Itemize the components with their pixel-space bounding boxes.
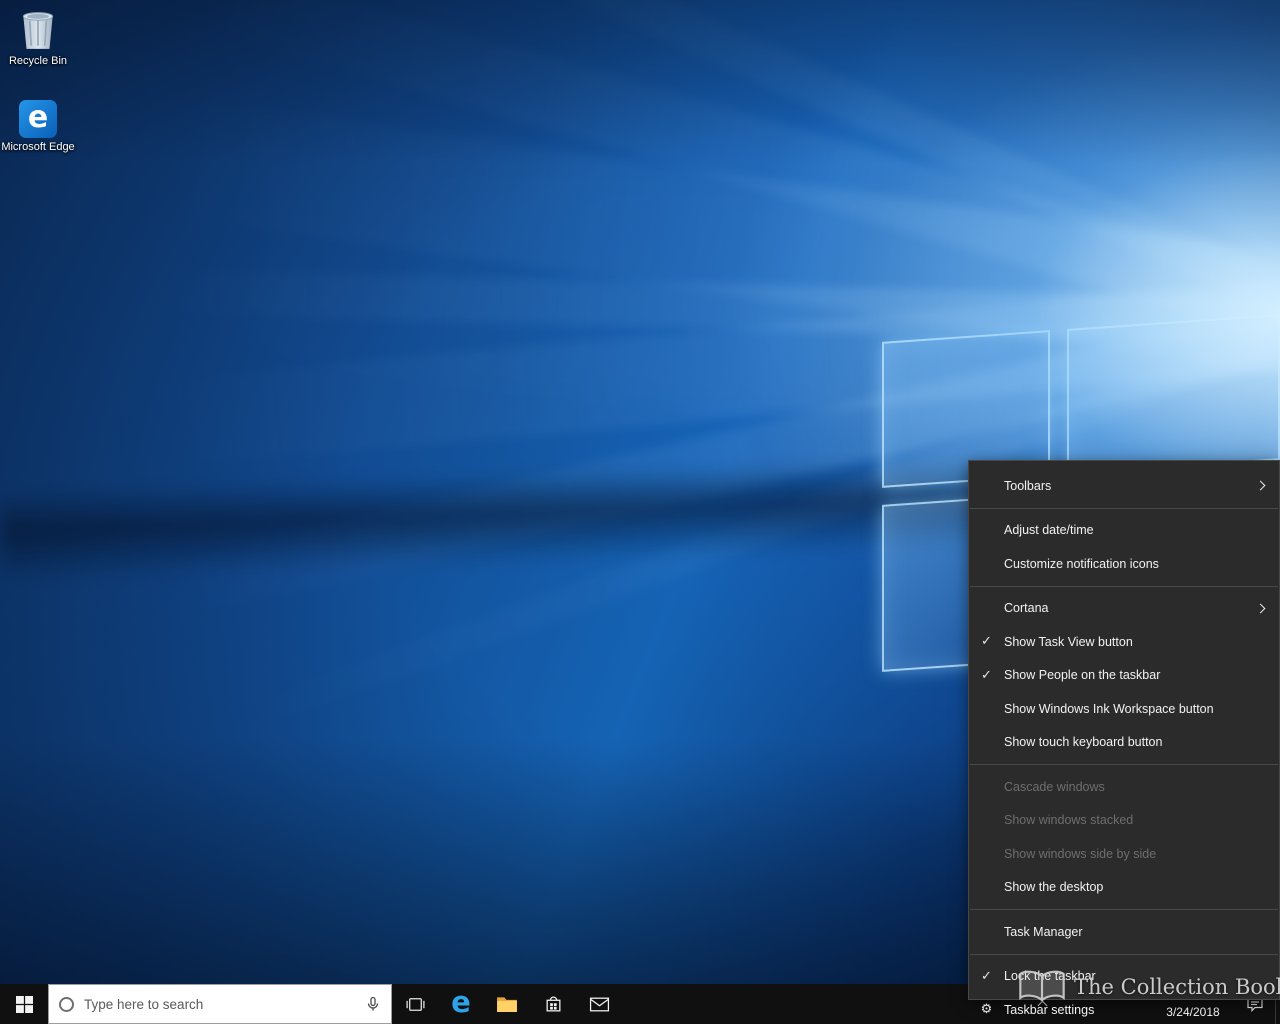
menu-item-label: Show touch keyboard button bbox=[1004, 735, 1279, 749]
menu-item-label: Cortana bbox=[1004, 601, 1279, 615]
desktop-icon-label: Recycle Bin bbox=[9, 55, 67, 68]
menu-item-label: Lock the taskbar bbox=[1004, 969, 1279, 983]
recycle-bin-icon bbox=[17, 6, 59, 52]
gear-icon: ⚙ bbox=[969, 1002, 1004, 1017]
menu-item-show-touch-keyboard-button[interactable]: Show touch keyboard button bbox=[969, 726, 1279, 760]
taskbar-mail-button[interactable] bbox=[576, 984, 622, 1024]
menu-separator bbox=[970, 764, 1278, 765]
task-view-icon bbox=[405, 994, 426, 1015]
search-box[interactable] bbox=[48, 984, 392, 1024]
store-icon bbox=[544, 995, 563, 1014]
menu-item-task-manager[interactable]: Task Manager bbox=[969, 915, 1279, 949]
menu-item-label: Show windows side by side bbox=[1004, 847, 1279, 861]
menu-item-label: Customize notification icons bbox=[1004, 557, 1279, 571]
menu-item-label: Show Task View button bbox=[1004, 635, 1279, 649]
menu-separator bbox=[970, 586, 1278, 587]
file-explorer-icon bbox=[496, 995, 518, 1013]
edge-icon: e bbox=[451, 988, 471, 1021]
menu-item-label: Cascade windows bbox=[1004, 780, 1279, 794]
menu-item-adjust-date-time[interactable]: Adjust date/time bbox=[969, 514, 1279, 548]
menu-item-customize-notification-icons[interactable]: Customize notification icons bbox=[969, 547, 1279, 581]
taskbar-file-explorer-button[interactable] bbox=[484, 984, 530, 1024]
edge-icon: e bbox=[19, 100, 57, 138]
menu-item-show-people-on-the-taskbar[interactable]: ✓Show People on the taskbar bbox=[969, 659, 1279, 693]
window-pane bbox=[1067, 314, 1280, 475]
menu-item-label: Show the desktop bbox=[1004, 880, 1279, 894]
menu-item-show-task-view-button[interactable]: ✓Show Task View button bbox=[969, 625, 1279, 659]
menu-item-label: Toolbars bbox=[1004, 479, 1279, 493]
menu-separator bbox=[970, 954, 1278, 955]
desktop-icon-microsoft-edge[interactable]: e Microsoft Edge bbox=[0, 100, 76, 154]
desktop-icon-label: Microsoft Edge bbox=[1, 141, 74, 154]
menu-item-label: Task Manager bbox=[1004, 925, 1279, 939]
menu-item-label: Taskbar settings bbox=[1004, 1003, 1279, 1017]
menu-item-label: Show windows stacked bbox=[1004, 813, 1279, 827]
menu-item-label: Adjust date/time bbox=[1004, 523, 1279, 537]
menu-item-taskbar-settings[interactable]: ⚙Taskbar settings bbox=[969, 993, 1279, 1024]
desktop: Recycle Bin e Microsoft Edge Toolbars Adj… bbox=[0, 0, 1280, 1024]
taskbar-store-button[interactable] bbox=[530, 984, 576, 1024]
menu-item-show-the-desktop[interactable]: Show the desktop bbox=[969, 871, 1279, 905]
desktop-icon-recycle-bin[interactable]: Recycle Bin bbox=[0, 6, 76, 68]
taskbar-edge-button[interactable]: e bbox=[438, 984, 484, 1024]
windows-logo-icon bbox=[16, 996, 33, 1013]
microphone-icon[interactable] bbox=[365, 996, 381, 1012]
checkmark-icon: ✓ bbox=[969, 634, 1004, 649]
checkmark-icon: ✓ bbox=[969, 969, 1004, 984]
search-input[interactable] bbox=[84, 997, 355, 1012]
menu-item-label: Show Windows Ink Workspace button bbox=[1004, 702, 1279, 716]
menu-item-show-windows-side-by-side: Show windows side by side bbox=[969, 837, 1279, 871]
checkmark-icon: ✓ bbox=[969, 668, 1004, 683]
menu-item-lock-the-taskbar[interactable]: ✓Lock the taskbar bbox=[969, 960, 1279, 994]
start-button[interactable] bbox=[0, 984, 48, 1024]
taskbar-context-menu: Toolbars Adjust date/time Customize notifi… bbox=[968, 460, 1280, 1000]
menu-separator bbox=[970, 508, 1278, 509]
mail-icon bbox=[589, 996, 610, 1013]
menu-item-show-windows-stacked: Show windows stacked bbox=[969, 804, 1279, 838]
menu-item-cortana[interactable]: Cortana bbox=[969, 592, 1279, 626]
cortana-icon bbox=[59, 997, 74, 1012]
menu-separator bbox=[970, 909, 1278, 910]
menu-item-show-windows-ink-workspace-button[interactable]: Show Windows Ink Workspace button bbox=[969, 692, 1279, 726]
menu-item-cascade-windows: Cascade windows bbox=[969, 770, 1279, 804]
menu-item-label: Show People on the taskbar bbox=[1004, 668, 1279, 682]
menu-item-toolbars[interactable]: Toolbars bbox=[969, 469, 1279, 503]
task-view-button[interactable] bbox=[392, 984, 438, 1024]
